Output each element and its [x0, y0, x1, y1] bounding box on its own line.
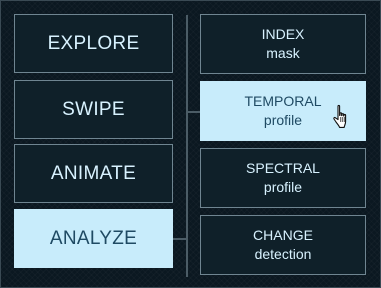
change-detection-button[interactable]: CHANGE detection [200, 215, 366, 275]
temporal-connector [188, 111, 200, 113]
change-title: CHANGE [253, 227, 313, 243]
explore-label: EXPLORE [47, 32, 140, 54]
change-subtitle: detection [254, 246, 312, 262]
spectral-title: SPECTRAL [246, 160, 320, 176]
animate-button[interactable]: ANIMATE [14, 144, 173, 203]
swipe-button[interactable]: SWIPE [14, 80, 173, 139]
analyze-label: ANALYZE [49, 227, 138, 249]
submenu-connector-line [186, 15, 188, 277]
index-title: INDEX [261, 26, 305, 42]
spectral-subtitle: profile [263, 179, 303, 195]
animate-label: ANIMATE [50, 162, 137, 184]
temporal-profile-button[interactable]: TEMPORAL profile [200, 81, 366, 141]
analysis-menu-panel: EXPLORE SWIPE ANIMATE ANALYZE INDEX mask… [0, 0, 381, 288]
index-subtitle: mask [266, 45, 300, 61]
temporal-subtitle: profile [263, 112, 303, 128]
analyze-button[interactable]: ANALYZE [14, 209, 173, 268]
temporal-title: TEMPORAL [244, 93, 322, 109]
swipe-label: SWIPE [62, 98, 125, 120]
spectral-profile-button[interactable]: SPECTRAL profile [200, 148, 366, 208]
index-mask-button[interactable]: INDEX mask [200, 14, 366, 74]
explore-button[interactable]: EXPLORE [14, 14, 173, 73]
analyze-connector [173, 238, 186, 240]
